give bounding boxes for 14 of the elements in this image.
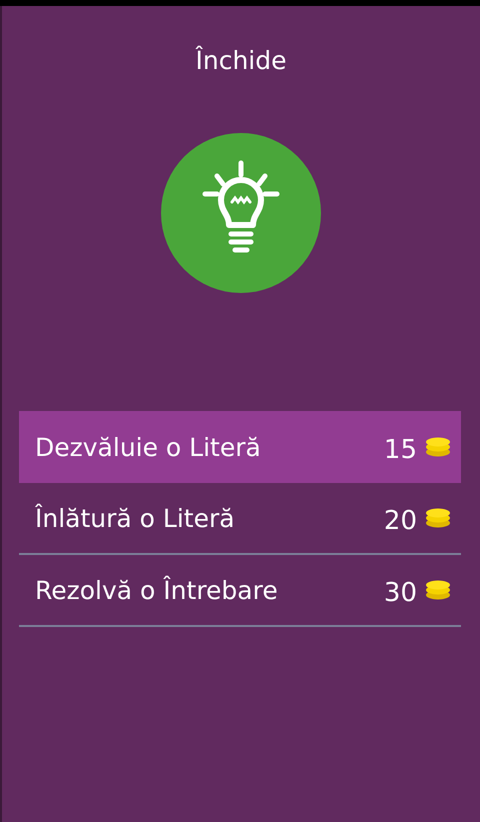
price: 20: [384, 506, 417, 536]
hint-option[interactable]: Înlătură o Literă 20: [19, 483, 461, 555]
option-label: Înlătură o Literă: [35, 504, 236, 532]
close-button[interactable]: Închide: [185, 42, 296, 79]
lightbulb-icon: [161, 133, 321, 293]
coins-icon: [425, 508, 451, 528]
price: 15: [384, 435, 417, 465]
hint-option[interactable]: Dezvăluie o Literă 15: [19, 411, 461, 483]
option-label: Dezvăluie o Literă: [35, 432, 262, 462]
coins-icon: [425, 437, 451, 457]
coins-icon: [425, 580, 451, 600]
hint-option[interactable]: Rezolvă o Întrebare 30: [19, 555, 461, 627]
option-label: Rezolvă o Întrebare: [35, 576, 279, 604]
price: 30: [384, 578, 417, 608]
